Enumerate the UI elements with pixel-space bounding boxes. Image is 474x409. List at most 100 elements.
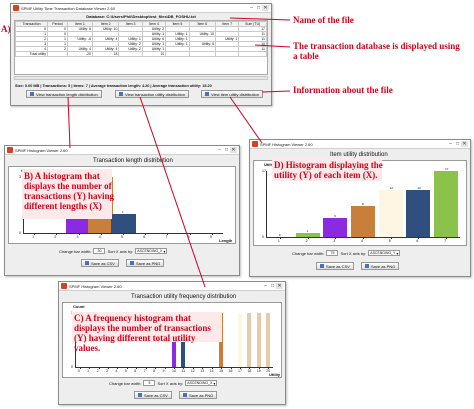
x-tick-label: 3 [106, 369, 108, 373]
x-tick [89, 367, 91, 369]
histogram-bar[interactable] [295, 233, 320, 237]
minimize-icon[interactable]: – [248, 5, 255, 11]
app-icon [13, 5, 19, 11]
x-tick [279, 237, 281, 239]
transaction-table[interactable]: Transaction Period Item 1 Item 2 Item 3 Item … [15, 21, 267, 57]
sort-select-value: ASCENDING_X [187, 381, 213, 385]
histogram-bar[interactable] [406, 190, 431, 237]
x-tick-label: 8 [187, 235, 190, 239]
x-tick-label: 2 [96, 369, 99, 373]
save-icon [320, 264, 324, 268]
x-tick [78, 233, 80, 235]
close-icon[interactable]: ✕ [276, 283, 283, 289]
bar-width-input[interactable]: 75 [326, 250, 339, 256]
bar-width-label: Change bar width: [292, 250, 325, 256]
close-icon[interactable]: ✕ [262, 5, 269, 11]
x-tick [189, 233, 191, 235]
chart-icon [30, 92, 34, 96]
window-title: SPMF Histogram Viewer 2.60 [69, 283, 122, 289]
save-icon [183, 393, 187, 397]
maximize-icon[interactable]: □ [223, 147, 230, 153]
minimize-icon[interactable]: – [216, 147, 223, 153]
maximize-icon[interactable]: □ [269, 283, 276, 289]
sort-select[interactable]: ASCENDING_X ▾ [185, 380, 218, 386]
x-tick-label: 14 [209, 369, 214, 373]
sort-select[interactable]: ASCENDING_X ▾ [135, 248, 168, 254]
view-item-utility-button[interactable]: View item utility distribution [201, 90, 263, 98]
x-tick [211, 233, 213, 235]
save-png-button[interactable]: Save as PNG [179, 391, 218, 399]
bar-value-label: 12 [389, 186, 394, 191]
x-tick-label: 5 [124, 369, 127, 373]
x-tick-label: 4 [361, 239, 363, 243]
title-bar: SPMF Histogram Viewer 2.60 – □ ✕ [5, 146, 239, 155]
histogram-bar[interactable] [256, 313, 261, 367]
controls-row: Change bar width: 30 Sort X axis by: ASC… [59, 248, 168, 254]
table-cell [47, 51, 68, 57]
bar-value-label: 8 [362, 201, 364, 206]
histogram-bar[interactable] [266, 313, 271, 367]
x-tick [145, 367, 147, 369]
sort-select[interactable]: ASCENDING_Y ▾ [368, 250, 401, 256]
save-png-button[interactable]: Save as PNG [361, 262, 400, 270]
x-tick-label: 17 [238, 369, 242, 373]
x-tick-label: 6 [134, 369, 137, 373]
sort-label: Sort X axis by: [340, 250, 367, 256]
view-transaction-length-button[interactable]: View transaction length distribution [26, 90, 102, 98]
sort-select-value: ASCENDING_X [137, 249, 163, 253]
close-icon[interactable]: ✕ [461, 141, 468, 147]
x-tick [307, 237, 309, 239]
x-tick [164, 367, 166, 369]
save-csv-button[interactable]: Save as CSV [81, 259, 119, 267]
table-cell: 10 [141, 51, 167, 57]
minimize-icon[interactable]: – [262, 283, 269, 289]
x-tick-label: 2 [54, 235, 57, 239]
histogram-bar[interactable] [378, 190, 403, 237]
histogram-bar[interactable] [110, 214, 136, 233]
table-cell: Total utility [15, 51, 49, 57]
close-icon[interactable]: ✕ [230, 147, 237, 153]
x-tick-label: 15 [219, 369, 224, 373]
histogram-bar[interactable] [247, 313, 252, 367]
x-tick [98, 367, 100, 369]
title-bar: SPMF Utility Time Transaction Database V… [11, 4, 271, 13]
save-csv-button[interactable]: Save as CSV [316, 262, 354, 270]
label-a: A) [1, 24, 11, 34]
x-tick-label: 10 [172, 369, 176, 373]
horizontal-scrollbar[interactable] [14, 76, 268, 80]
histogram-bar[interactable] [351, 205, 375, 237]
bar-width-input[interactable]: 5 [143, 380, 156, 386]
x-tick [79, 367, 81, 369]
view-transaction-utility-button[interactable]: View transaction utility distribution [115, 90, 189, 98]
histogram-bar[interactable] [323, 217, 348, 237]
chevron-down-icon: ▾ [163, 248, 166, 254]
minimize-icon[interactable]: – [447, 141, 454, 147]
save-png-button[interactable]: Save as PNG [126, 259, 165, 267]
save-csv-button[interactable]: Save as CSV [134, 391, 172, 399]
chart-icon [205, 92, 209, 96]
title-bar: SPMF Histogram Viewer 2.60 – □ ✕ [250, 140, 470, 149]
sort-select-value: ASCENDING_Y [370, 251, 396, 255]
histogram-bar[interactable] [434, 171, 459, 237]
app-icon [7, 147, 13, 153]
y-axis [266, 171, 267, 237]
x-tick-label: 1 [87, 369, 90, 373]
bar-width-input[interactable]: 30 [93, 248, 106, 254]
histogram-bar[interactable] [238, 313, 242, 367]
x-tick [390, 237, 392, 239]
x-tick-label: 8 [153, 369, 156, 373]
annotation-c: C) A frequency histogram that displays t… [74, 313, 211, 353]
maximize-icon[interactable]: □ [454, 141, 461, 147]
view-item-utility-label: View item utility distribution [211, 91, 259, 97]
transaction-table-container[interactable]: Transaction Period Item 1 Item 2 Item 3 Item … [14, 20, 268, 75]
table-row[interactable]: Total utility -20 18 10 [15, 51, 267, 57]
title-bar: SPMF Histogram Viewer 2.60 – □ ✕ [59, 282, 285, 291]
x-tick-label: 7 [143, 369, 146, 373]
x-tick-label: 4 [115, 369, 118, 373]
x-tick-label: 5 [121, 235, 123, 239]
x-tick-label: 3 [333, 239, 336, 243]
maximize-icon[interactable]: □ [255, 5, 262, 11]
bar-value-label: 1 [306, 229, 309, 234]
x-tick [335, 237, 337, 239]
chart-icon [119, 92, 123, 96]
